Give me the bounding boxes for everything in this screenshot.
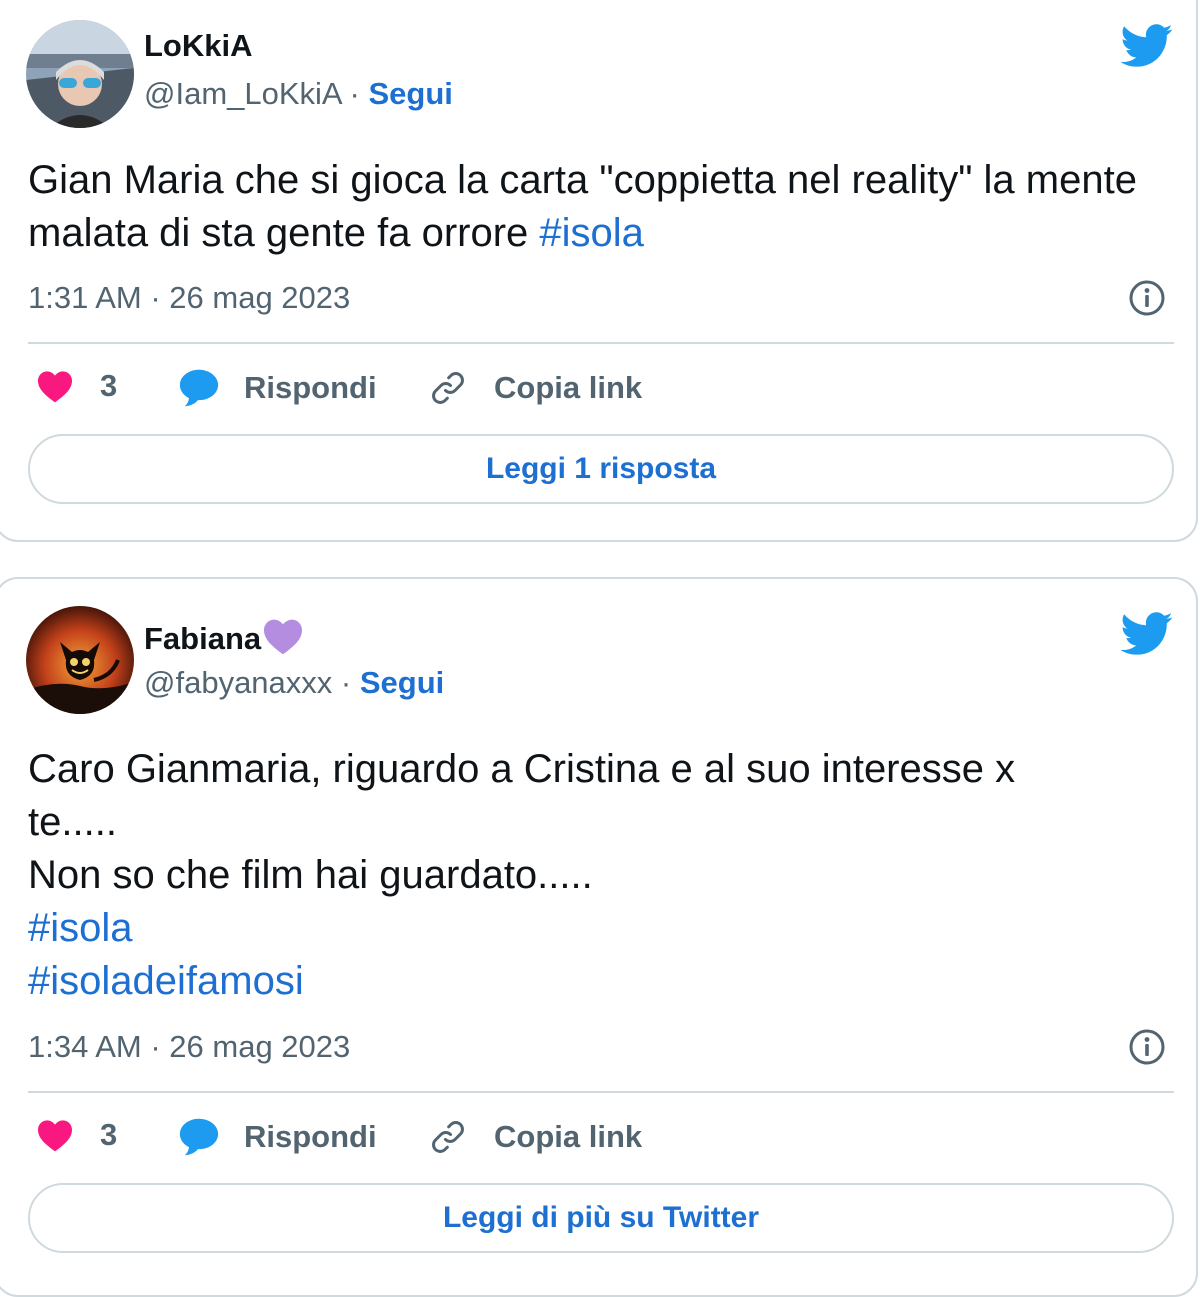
like-count: 3: [100, 368, 118, 403]
reply-label: Rispondi: [244, 1119, 377, 1154]
timestamp[interactable]: 1:31 AM · 26 mag 2023: [28, 280, 350, 316]
tweet-text: Gian Maria che si gioca la carta "coppie…: [28, 154, 1168, 260]
handle[interactable]: @Iam_LoKkiA: [144, 76, 341, 111]
link-icon: [432, 1121, 464, 1153]
copy-link-label: Copia link: [494, 370, 643, 405]
tweet-line: te.....: [28, 800, 117, 844]
display-name[interactable]: LoKkiA: [144, 28, 253, 64]
reply-bubble-icon: [179, 1118, 219, 1156]
reply-button[interactable]: Rispondi: [178, 368, 377, 408]
tweet-line: Caro Gianmaria, riguardo a Cristina e al…: [28, 747, 1016, 791]
heart-icon: [38, 1120, 72, 1152]
twitter-bird-icon[interactable]: [1120, 612, 1174, 656]
separator: ·: [349, 76, 360, 111]
follow-button[interactable]: Segui: [360, 665, 444, 700]
purple-heart-icon: [264, 619, 303, 655]
reply-button[interactable]: Rispondi: [178, 1117, 377, 1157]
divider: [28, 342, 1174, 344]
hashtag-link[interactable]: #isoladeifamosi: [28, 955, 1168, 1008]
hashtag-link[interactable]: #isola: [28, 902, 1168, 955]
avatar[interactable]: [26, 606, 134, 714]
copy-link-button[interactable]: Copia link: [428, 1117, 642, 1157]
separator: ·: [340, 665, 352, 700]
handle-row: @Iam_LoKkiA · Segui: [144, 76, 453, 112]
like-button[interactable]: 3: [36, 368, 117, 404]
follow-button[interactable]: Segui: [368, 76, 452, 111]
hashtag-link[interactable]: #isola: [539, 211, 644, 255]
twitter-bird-icon[interactable]: [1120, 24, 1174, 68]
handle[interactable]: @fabyanaxxx: [144, 665, 332, 700]
display-name-text: Fabiana: [144, 621, 262, 656]
read-replies-button[interactable]: Leggi 1 risposta: [28, 434, 1174, 504]
copy-link-label: Copia link: [494, 1119, 643, 1154]
timestamp[interactable]: 1:34 AM · 26 mag 2023: [28, 1029, 350, 1065]
heart-icon: [38, 371, 72, 403]
read-more-on-twitter-button[interactable]: Leggi di più su Twitter: [28, 1183, 1174, 1253]
reply-label: Rispondi: [244, 370, 377, 405]
like-button[interactable]: 3: [36, 1117, 117, 1153]
tweet-text: Caro Gianmaria, riguardo a Cristina e al…: [28, 743, 1168, 1008]
divider: [28, 1091, 1174, 1093]
info-icon[interactable]: [1128, 1028, 1166, 1066]
tweet-line: Non so che film hai guardato.....: [28, 853, 593, 897]
like-count: 3: [100, 1117, 118, 1152]
display-name[interactable]: Fabiana: [144, 617, 305, 657]
copy-link-button[interactable]: Copia link: [428, 368, 642, 408]
avatar[interactable]: [26, 20, 134, 128]
reply-bubble-icon: [179, 369, 219, 407]
handle-row: @fabyanaxxx · Segui: [144, 665, 444, 701]
info-icon[interactable]: [1128, 279, 1166, 317]
link-icon: [432, 372, 464, 404]
